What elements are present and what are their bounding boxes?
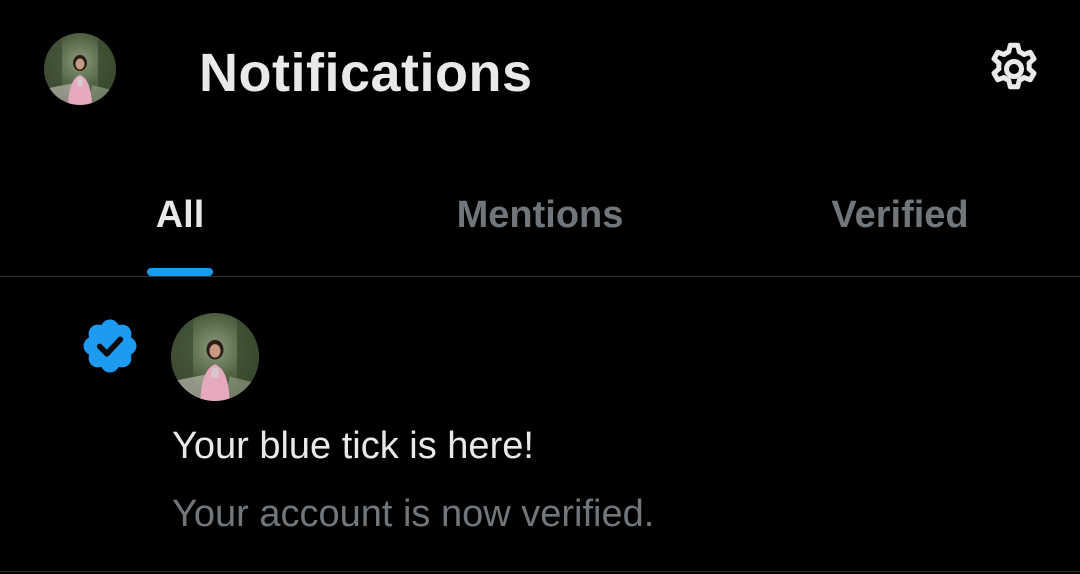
tab-mentions[interactable]: Mentions xyxy=(360,150,720,276)
gear-icon xyxy=(991,42,1037,90)
tab-verified[interactable]: Verified xyxy=(720,150,1080,276)
tab-mentions-label: Mentions xyxy=(456,194,624,236)
settings-button[interactable] xyxy=(984,39,1044,99)
verified-badge-icon xyxy=(79,315,141,377)
profile-avatar[interactable] xyxy=(44,33,116,105)
active-tab-indicator xyxy=(147,268,213,276)
notification-avatar[interactable] xyxy=(171,313,259,401)
notification-body: Your account is now verified. xyxy=(172,493,655,535)
page-title: Notifications xyxy=(199,43,533,103)
tab-verified-label: Verified xyxy=(831,194,969,236)
notification-title: Your blue tick is here! xyxy=(172,425,534,467)
tab-all-label: All xyxy=(155,194,205,236)
profile-photo-icon xyxy=(171,313,259,401)
top-header: Notifications xyxy=(0,0,1080,150)
profile-photo-icon xyxy=(44,33,116,105)
tab-all[interactable]: All xyxy=(0,150,360,276)
notification-tabs: All Mentions Verified xyxy=(0,150,1080,277)
